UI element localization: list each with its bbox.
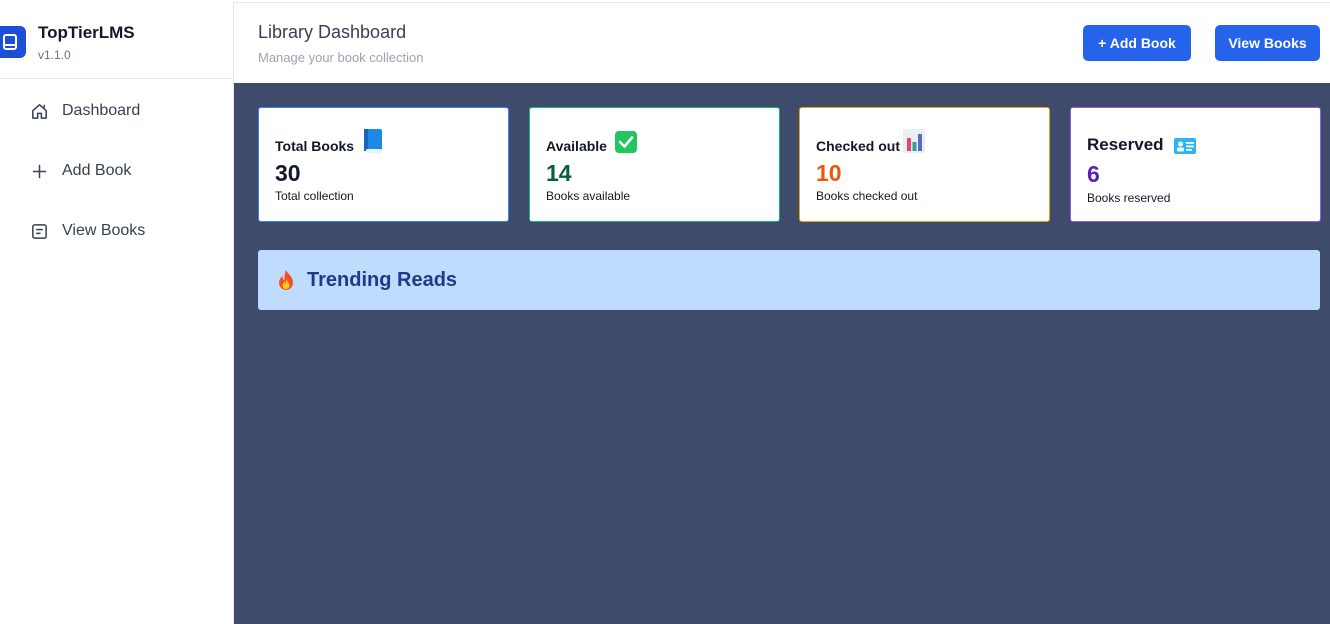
stat-card-value: 6 [1087, 161, 1100, 187]
stat-card-title: Reserved [1087, 135, 1164, 154]
top-header: Library Dashboard Manage your book colle… [234, 2, 1330, 83]
stat-card-value: 10 [816, 160, 842, 186]
view-books-button[interactable]: View Books [1215, 25, 1320, 61]
sidebar: TopTierLMS v1.1.0 Dashboard Add Book Vie… [0, 2, 234, 624]
sidebar-item-label: Add Book [62, 162, 132, 179]
sidebar-item-dashboard[interactable]: Dashboard [30, 99, 140, 123]
stat-card-total-books: Total Books 30 Total collection [258, 107, 509, 222]
stat-card-subtitle: Books reserved [1087, 191, 1171, 205]
id-card-icon [1173, 136, 1197, 161]
bar-chart-icon [902, 128, 926, 159]
stat-card-value: 14 [546, 160, 572, 186]
sidebar-item-add-book[interactable]: Add Book [30, 159, 131, 183]
brand-header: TopTierLMS v1.1.0 [0, 2, 233, 79]
stat-card-subtitle: Books available [546, 189, 631, 203]
plus-icon [30, 162, 49, 181]
check-mark-icon [614, 130, 638, 159]
stat-card-title: Available [546, 138, 607, 154]
sidebar-item-label: Dashboard [62, 102, 141, 119]
stat-card-value: 30 [275, 160, 301, 186]
stat-card-checked-out: Checked out 10 Books checked out [799, 107, 1050, 222]
page-subtitle: Manage your book collection [258, 50, 424, 65]
sidebar-item-label: View Books [62, 222, 146, 239]
trending-reads-title: Trending Reads [307, 269, 458, 291]
stat-card-available: Available 14 Books available [529, 107, 780, 222]
trending-reads-panel: Trending Reads [258, 250, 1320, 310]
fire-icon [276, 269, 296, 296]
main-content: Total Books 30 Total collection Availabl… [234, 83, 1330, 624]
stat-card-title: Total Books [275, 138, 355, 154]
stat-card-subtitle: Books checked out [816, 189, 918, 203]
book-logo-icon [0, 26, 26, 58]
page-title: Library Dashboard [258, 22, 407, 42]
app-version: v1.1.0 [38, 48, 71, 62]
sidebar-item-view-books[interactable]: View Books [30, 219, 145, 243]
stat-card-subtitle: Total collection [275, 189, 354, 203]
list-icon [30, 222, 49, 241]
add-book-button[interactable]: + Add Book [1083, 25, 1191, 61]
stat-card-reserved: Reserved 6 Books reserved [1070, 107, 1321, 222]
home-icon [30, 102, 49, 121]
stat-card-title: Checked out [816, 138, 901, 154]
blue-book-icon [361, 128, 385, 159]
app-name: TopTierLMS [38, 23, 135, 42]
